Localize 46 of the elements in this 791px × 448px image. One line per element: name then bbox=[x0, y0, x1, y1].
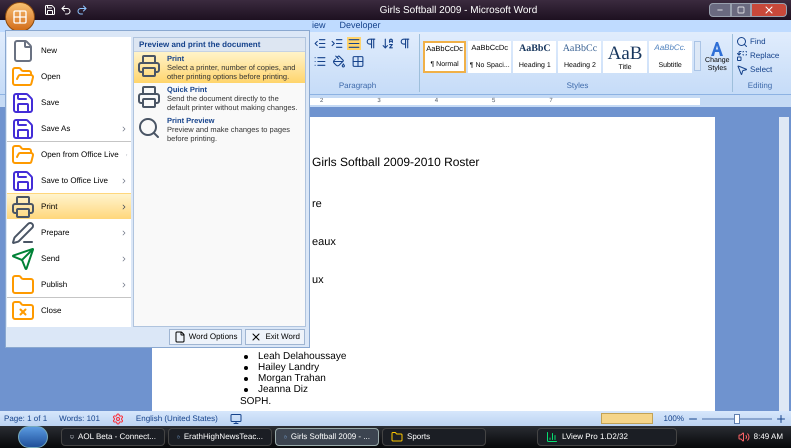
menu-item[interactable]: Prepare bbox=[7, 219, 131, 245]
taskbar-button[interactable]: ErathHighNewsTeac... bbox=[168, 428, 272, 446]
ribbon-tab[interactable]: Developer bbox=[340, 18, 381, 32]
style-sample: AaBbCc. bbox=[654, 44, 686, 52]
document-title: Girls Softball 2009-2010 Roster bbox=[312, 154, 480, 171]
language-label[interactable]: English (United States) bbox=[136, 412, 218, 424]
zoom-level[interactable]: 100% bbox=[664, 412, 684, 424]
editing-button[interactable]: Find bbox=[736, 36, 784, 48]
word-count[interactable]: Words: 101 bbox=[59, 412, 100, 424]
menu-item[interactable]: Open bbox=[7, 63, 131, 89]
document-text: re bbox=[312, 198, 323, 211]
list-item: Morgan Trahan bbox=[258, 373, 326, 384]
list-item: Hailey Landry bbox=[258, 362, 320, 373]
exit-button[interactable]: Exit Word bbox=[245, 329, 305, 345]
menu-item[interactable]: Print bbox=[7, 193, 131, 219]
editing-button[interactable]: Replace bbox=[736, 50, 784, 62]
options-button[interactable]: Word Options bbox=[168, 329, 242, 345]
clock[interactable]: 8:49 AM bbox=[754, 431, 783, 443]
editing-button[interactable]: Select bbox=[736, 64, 784, 76]
document-text: eaux bbox=[312, 236, 337, 249]
list-item: Jeanna Diz bbox=[258, 384, 308, 395]
ribbon-tab[interactable]: iew bbox=[312, 18, 326, 32]
group-label: Styles bbox=[566, 80, 590, 92]
taskbar-button[interactable]: AOL Beta - Connect... bbox=[61, 428, 165, 446]
menu-item[interactable]: New bbox=[7, 37, 131, 63]
document-text: SOPH. bbox=[240, 396, 272, 407]
pane-heading: Preview and print the document bbox=[134, 38, 305, 52]
menu-item[interactable]: Open from Office Live bbox=[7, 141, 131, 167]
group-label: Paragraph bbox=[338, 80, 378, 92]
style-sample: AaBbC bbox=[518, 44, 551, 54]
taskbar-button[interactable]: Sports bbox=[382, 428, 486, 446]
group-label: Editing bbox=[746, 80, 774, 92]
menu-item[interactable]: Close bbox=[7, 297, 131, 323]
style-sample: AaBbCc bbox=[562, 44, 598, 54]
document-text: ux bbox=[312, 274, 325, 287]
taskbar-button[interactable]: LView Pro 1.D2/32 bbox=[537, 428, 677, 446]
style-sample: AaB bbox=[608, 44, 642, 63]
window-title: Girls Softball 2009 - Microsoft Word bbox=[378, 4, 538, 18]
taskbar-button[interactable]: Girls Softball 2009 - ... bbox=[275, 428, 379, 446]
menu-item[interactable]: Save As bbox=[7, 115, 131, 141]
page-count[interactable]: Page: 1 of 1 bbox=[4, 412, 48, 424]
menu-item[interactable]: Save to Office Live bbox=[7, 167, 131, 193]
menu-item[interactable]: Save bbox=[7, 89, 131, 115]
list-item: Leah Delahoussaye bbox=[258, 351, 346, 362]
menu-item[interactable]: Publish bbox=[7, 271, 131, 297]
menu-item[interactable]: Send bbox=[7, 245, 131, 271]
